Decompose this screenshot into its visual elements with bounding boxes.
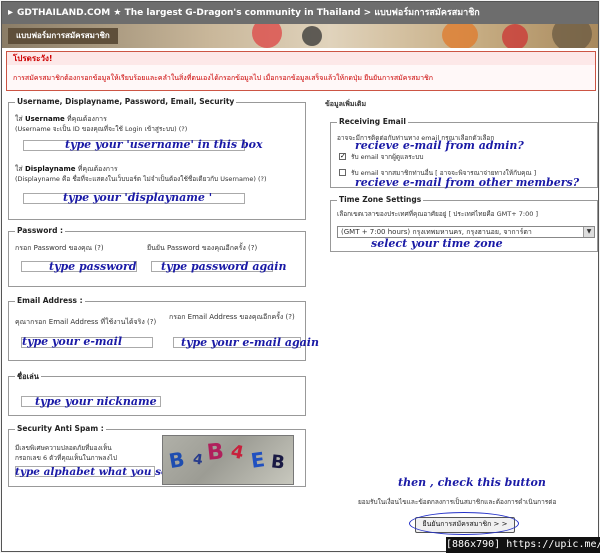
timezone-legend: Time Zone Settings (337, 195, 424, 204)
email-fieldset: Email Address : คุณากรอก Email Address ท… (8, 296, 319, 361)
banner-decoration-icon (442, 24, 478, 48)
banner-decoration-icon (552, 24, 592, 48)
banner-tab-title: แบบฟอร์มการสมัครสมาชิก (8, 28, 118, 44)
breadcrumb-arrow-icon: ▸ (8, 7, 14, 18)
password-confirm-annotation: type password again (161, 260, 287, 273)
receiving-email-legend: Receiving Email (337, 117, 408, 126)
nickname-annotation: type your nickname (35, 395, 157, 408)
captcha-char: 4 (191, 451, 204, 469)
banner-decoration-icon (302, 26, 322, 46)
chevron-down-icon[interactable]: ▼ (583, 227, 594, 237)
breadcrumb-current: แบบฟอร์มการสมัครสมาชิก (374, 8, 480, 18)
password-legend: Password : (15, 226, 66, 235)
breadcrumb-separator: > (363, 8, 372, 18)
member-email-checkbox[interactable] (339, 169, 346, 176)
email-legend: Email Address : (15, 296, 85, 305)
displayname-annotation: type your 'displayname ' (63, 191, 213, 204)
account-legend: Username, Displayname, Password, Email, … (15, 97, 237, 106)
captcha-image: B 4 B 4 E B (162, 435, 294, 485)
email-annotation: type your e-mail (22, 335, 123, 348)
captcha-char: E (249, 447, 267, 473)
username-label-bold: Username (24, 115, 65, 123)
admin-email-checkbox[interactable]: ✓ (339, 153, 346, 160)
timezone-selected-value: (GMT + 7:00 hours) กรุงเทพมหานคร, กรุงฮา… (341, 228, 532, 236)
captcha-char: B (167, 446, 187, 474)
banner-decoration-icon (252, 24, 282, 48)
site-tagline: The largest G-Dragon's community in Thai… (124, 8, 361, 18)
timezone-annotation: select your time zone (371, 237, 503, 250)
email-confirm-label: กรอก Email Address ของคุณอีกครั้ง (?) (169, 313, 295, 321)
security-help-2: กรอกเลข 6 ตัวที่คุณเห็นในภาพลงไป (15, 454, 118, 462)
timezone-fieldset: Time Zone Settings เลือกเขตเวลาของประเทศ… (330, 195, 598, 252)
top-breadcrumb-bar: ▸ GDTHAILAND.COM ★ The largest G-Dragon's… (2, 2, 598, 24)
page-frame: ▸ GDTHAILAND.COM ★ The largest G-Dragon's… (1, 1, 599, 552)
password-annotation: type password (49, 260, 137, 273)
warning-title: โปรดระวัง! (7, 52, 595, 65)
displayname-label-bold: Displayname (24, 165, 76, 173)
captcha-char: B (269, 451, 286, 474)
username-prefix: ใส่ (15, 115, 23, 123)
timezone-desc: เลือกเขตเวลาของประเทศที่คุณอาศัยอยู่ [ ป… (337, 210, 538, 218)
email-label: คุณากรอก Email Address ที่ใช้งานได้จริง … (15, 318, 157, 326)
security-help-1: มีเลขพิเศษความปลอดภัยที่มองเห็น (15, 444, 112, 452)
captcha-annotation: type alphabet what you see (15, 466, 175, 478)
warning-box: โปรดระวัง! การสมัครสมาชิกต้องกรอกข้อมูลใ… (6, 51, 596, 91)
warning-message: การสมัครสมาชิกต้องกรอกข้อมูลให้เรียบร้อย… (13, 74, 434, 82)
username-help: (Username จะเป็น ID ของคุณที่จะใช้ Login… (15, 125, 188, 133)
admin-email-annotation: recieve e-mail from admin? (355, 139, 524, 152)
password-confirm-label: ยืนยัน Password ของคุณอีกครั้ง (?) (147, 244, 258, 252)
receiving-email-fieldset: Receiving Email อาจจะมีการติดต่อกับท่านท… (330, 117, 598, 189)
highlight-circle (409, 512, 519, 535)
nickname-fieldset: ชื่อเล่น type your nickname (8, 371, 306, 416)
security-legend: Security Anti Spam : (15, 424, 106, 433)
displayname-help: (Displayname คือ ชื่อที่จะแสดงในเว็บบอร์… (15, 175, 267, 183)
star-icon: ★ (113, 8, 122, 18)
captcha-char: B (205, 439, 226, 466)
captcha-char: 4 (228, 440, 246, 465)
more-info-title: ข้อมูลเพิ่มเติม (325, 100, 367, 108)
displayname-req: ที่คุณต้องการ (77, 165, 118, 173)
email-confirm-annotation: type your e-mail again (181, 336, 319, 349)
submit-annotation: then , check this button (398, 476, 546, 489)
password-label: กรอก Password ของคุณ (?) (15, 244, 104, 252)
agreement-text: ยอมรับในเงื่อนไขและข้อตกลงการเป็นสมาชิกแ… (358, 498, 557, 506)
account-fieldset: Username, Displayname, Password, Email, … (8, 97, 306, 220)
banner-decoration-icon (502, 24, 528, 48)
displayname-prefix: ใส่ (15, 165, 23, 173)
password-fieldset: Password : กรอก Password ของคุณ (?) ยืนย… (8, 226, 306, 287)
username-annotation: type your 'username' in this box (65, 138, 263, 151)
member-email-annotation: recieve e-mail from other members? (355, 176, 580, 189)
site-name[interactable]: GDTHAILAND.COM (17, 8, 110, 18)
nickname-legend: ชื่อเล่น (15, 371, 41, 383)
username-req: ที่คุณต้องการ (66, 115, 107, 123)
admin-email-label: รับ email จากผู้ดูแลระบบ (351, 153, 424, 161)
image-size-watermark: [886x790] https://upic.me/ (446, 537, 600, 553)
header-banner: แบบฟอร์มการสมัครสมาชิก (2, 24, 598, 48)
